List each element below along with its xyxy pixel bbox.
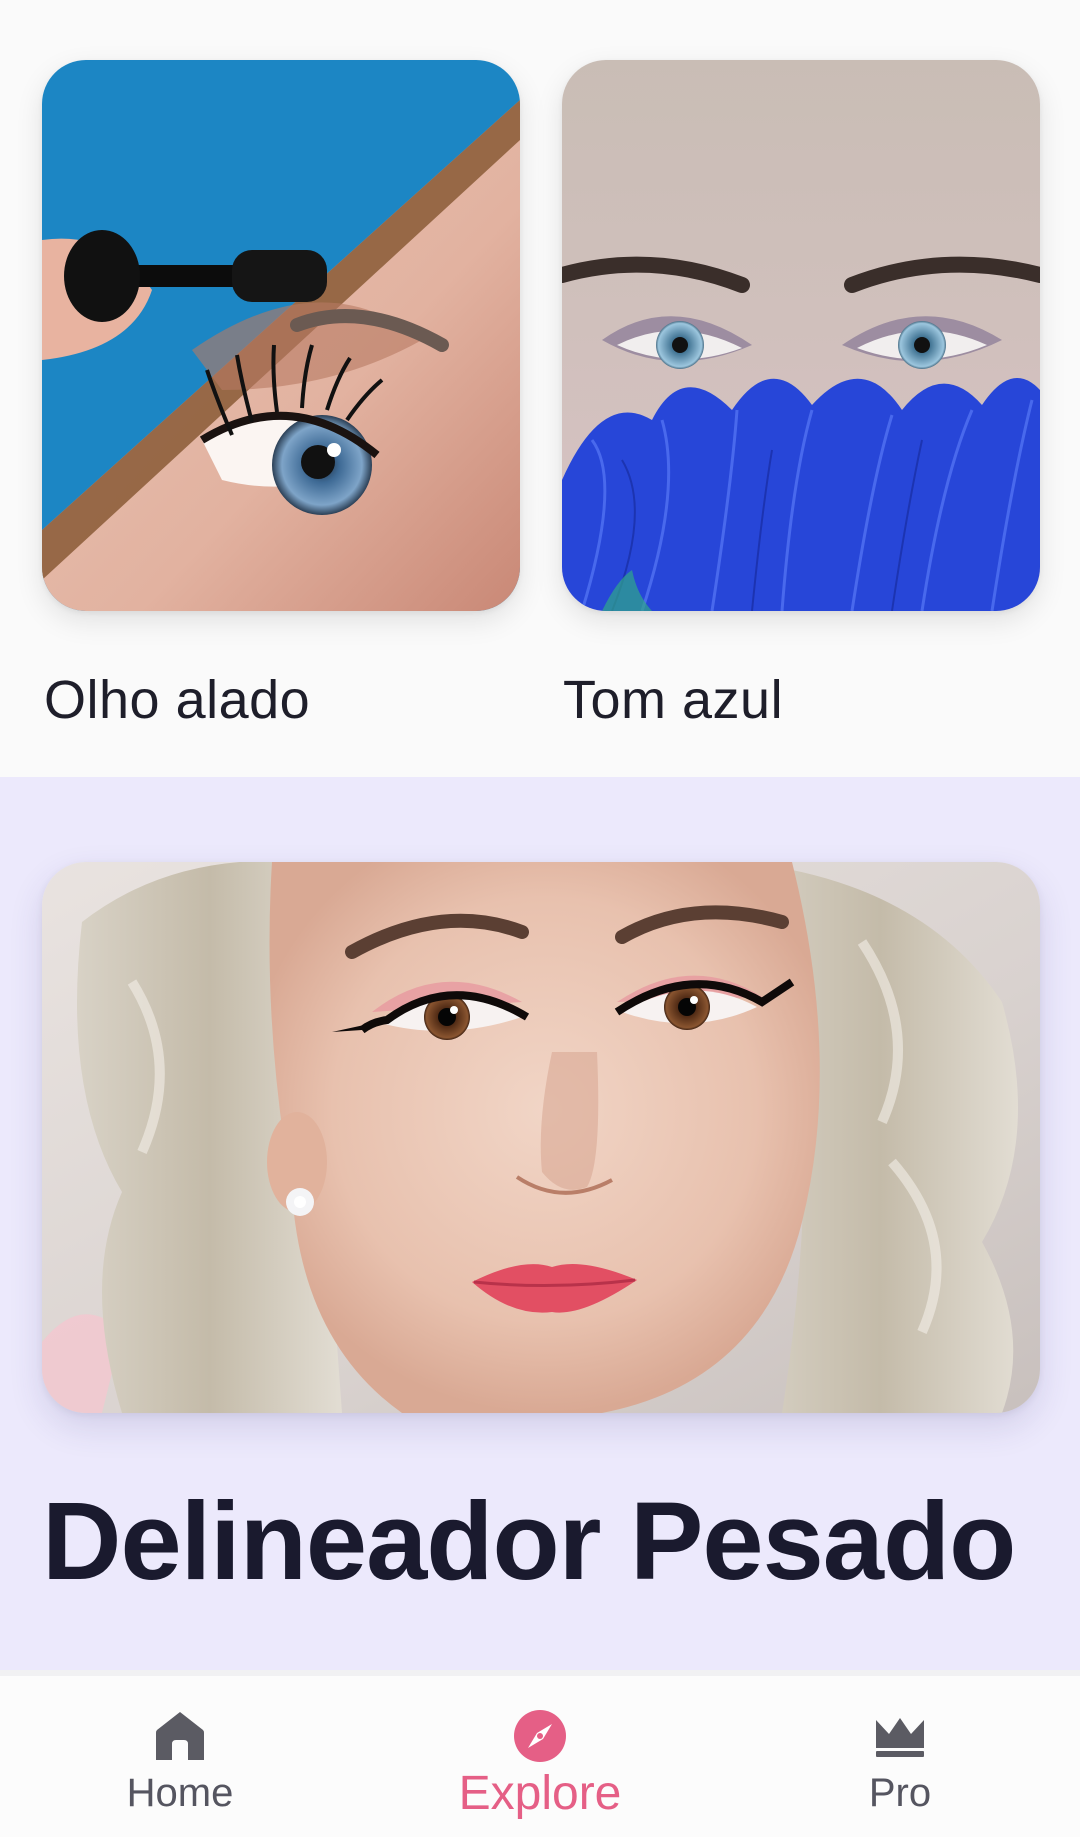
home-icon: [152, 1708, 208, 1764]
nav-item-pro[interactable]: Pro: [750, 1676, 1050, 1837]
compass-icon: [512, 1708, 568, 1764]
crown-icon: [872, 1708, 928, 1764]
mascara-eye-photo: [42, 60, 520, 611]
nav-label-home: Home: [126, 1771, 234, 1815]
card-image-tom-azul[interactable]: [562, 60, 1040, 611]
card-image-olho-alado[interactable]: [42, 60, 520, 611]
eyeliner-portrait-photo: [42, 862, 1040, 1413]
featured-title[interactable]: Delineador Pesado: [42, 1477, 1016, 1607]
card-label-tom-azul[interactable]: Tom azul: [563, 668, 783, 732]
card-label-olho-alado[interactable]: Olho alado: [44, 668, 310, 732]
featured-image-card[interactable]: [42, 862, 1040, 1413]
nav-label-pro: Pro: [868, 1771, 932, 1815]
nav-item-explore[interactable]: Explore: [390, 1676, 690, 1837]
nav-item-home[interactable]: Home: [30, 1676, 330, 1837]
featured-section: Delineador Pesado: [0, 777, 1080, 1670]
bottom-navigation: Home Explore Pro: [0, 1670, 1080, 1837]
blue-feather-photo: [562, 60, 1040, 611]
explore-screen: Olho alado Tom azul Delineador Pesado Ho…: [0, 0, 1080, 1837]
category-row: Olho alado Tom azul: [0, 0, 1080, 777]
nav-label-explore: Explore: [458, 1767, 622, 1820]
